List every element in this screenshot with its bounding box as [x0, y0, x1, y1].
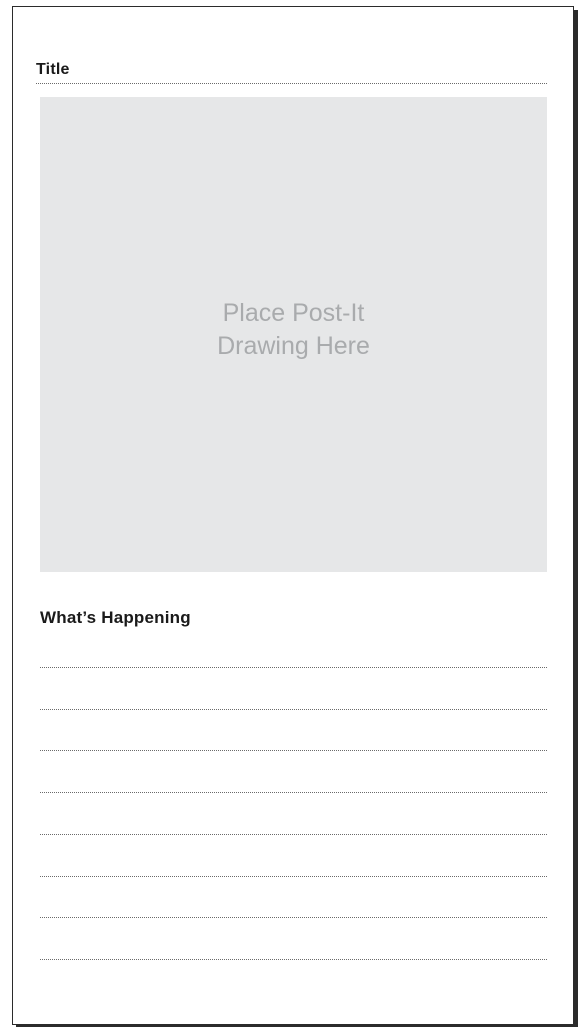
writing-line[interactable] [40, 667, 547, 668]
page-shadow [574, 10, 578, 1027]
placeholder-line-1: Place Post-It [222, 298, 365, 327]
drawing-placeholder: Place Post-It Drawing Here [217, 297, 370, 363]
writing-line[interactable] [40, 792, 547, 793]
writing-line[interactable] [40, 876, 547, 877]
writing-line[interactable] [40, 959, 547, 960]
writing-line[interactable] [40, 834, 547, 835]
title-writing-line[interactable] [36, 83, 547, 84]
writing-line[interactable] [40, 709, 547, 710]
drawing-area[interactable]: Place Post-It Drawing Here [40, 97, 547, 572]
title-label: Title [36, 61, 70, 78]
placeholder-line-2: Drawing Here [217, 331, 370, 360]
writing-line[interactable] [40, 750, 547, 751]
writing-line[interactable] [40, 917, 547, 918]
whats-happening-heading: What’s Happening [40, 608, 191, 627]
